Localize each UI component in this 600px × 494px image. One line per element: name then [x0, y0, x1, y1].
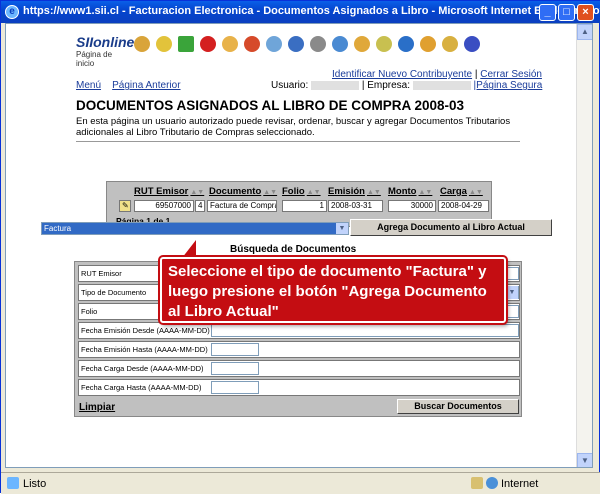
pagina-segura-link[interactable]: |Página Segura [474, 80, 543, 91]
info-icon[interactable] [464, 36, 480, 52]
search-heading: Búsqueda de Documentos [230, 244, 357, 255]
carga-desde-input[interactable] [211, 362, 259, 375]
scroll-up-icon[interactable]: ▲ [577, 24, 592, 40]
buscar-documentos-button[interactable]: Buscar Documentos [397, 399, 519, 414]
table-cell-folio: 1 [282, 200, 327, 212]
email-icon[interactable] [288, 36, 304, 52]
table-cell-emision: 2008-03-31 [328, 200, 383, 212]
user-info: Usuario: | Empresa: |Página Segura [271, 80, 542, 91]
menu-link[interactable]: Menú [76, 80, 101, 91]
chevron-down-icon[interactable]: ▼ [336, 223, 348, 234]
impuestos-icon[interactable] [156, 36, 172, 52]
grupos-icon[interactable] [442, 36, 458, 52]
identificar-link[interactable]: Identificar Nuevo Contribuyente [332, 69, 472, 80]
pagina-anterior-link[interactable]: Página Anterior [112, 80, 180, 91]
valores-icon[interactable] [398, 36, 414, 52]
maximize-button[interactable]: □ [558, 4, 575, 21]
globe-icon [486, 477, 498, 489]
emision-hasta-input[interactable] [211, 343, 259, 356]
usuario-value [311, 80, 360, 90]
tributacion-icon[interactable] [266, 36, 282, 52]
registro-icon[interactable] [134, 36, 150, 52]
usuario-label: Usuario: [271, 80, 309, 91]
limpiar-link[interactable]: Limpiar [79, 402, 115, 413]
nav-icon-strip [134, 36, 499, 66]
title-bar: e https://www1.sii.cl - Facturacion Elec… [1, 1, 600, 23]
field-row: Fecha Emisión Hasta (AAAA-MM-DD) [78, 341, 520, 358]
divider [76, 141, 520, 142]
select-value: Factura [44, 224, 72, 233]
instruction-callout: Seleccione el tipo de documento "Factura… [160, 257, 506, 323]
window-title: https://www1.sii.cl - Facturacion Electr… [23, 5, 600, 17]
table-cell-carga: 2008-04-29 [438, 200, 489, 212]
denuncias-icon[interactable] [376, 36, 392, 52]
emision-desde-input[interactable] [211, 324, 519, 337]
col-carga[interactable]: Carga ▲▼ [440, 186, 483, 197]
lock-icon [471, 477, 483, 489]
field-row: Fecha Carga Desde (AAAA-MM-DD) [78, 360, 520, 377]
ciudadanos-icon[interactable] [332, 36, 348, 52]
minimize-button[interactable]: _ [539, 4, 556, 21]
nav-links: Menú Página Anterior [76, 80, 181, 91]
bienes-icon[interactable] [222, 36, 238, 52]
separator: | [474, 69, 478, 80]
col-documento[interactable]: Documento ▲▼ [209, 186, 277, 197]
field-row: Fecha Carga Hasta (AAAA-MM-DD) [78, 379, 520, 396]
edit-icon[interactable]: ✎ [119, 200, 131, 212]
boleta-icon[interactable] [178, 36, 194, 52]
empresa-label: | Empresa: [361, 80, 410, 91]
field-row: Fecha Emisión Desde (AAAA-MM-DD) [78, 322, 520, 339]
col-monto[interactable]: Monto ▲▼ [388, 186, 432, 197]
agrega-documento-button[interactable]: Agrega Documento al Libro Actual [350, 219, 552, 236]
page-content: SIIonline Página de inicio Identificar N… [5, 23, 593, 468]
browser-window: e https://www1.sii.cl - Facturacion Elec… [0, 0, 600, 494]
col-rut-emisor[interactable]: RUT Emisor ▲▼ [134, 186, 204, 197]
logo-subtext: Página de inicio [76, 50, 113, 68]
empresa-value [412, 80, 471, 90]
actuacion-icon[interactable] [200, 36, 216, 52]
scroll-down-icon[interactable]: ▼ [577, 453, 592, 467]
page-title: DOCUMENTOS ASIGNADOS AL LIBRO DE COMPRA … [76, 98, 465, 113]
ie-icon: e [5, 5, 19, 19]
declaraciones-icon[interactable] [354, 36, 370, 52]
status-text: Listo [23, 478, 47, 490]
cerrar-sesion-link[interactable]: Cerrar Sesión [480, 69, 542, 80]
table-cell-documento: Factura de Compra [207, 200, 277, 212]
session-links: Identificar Nuevo Contribuyente | Cerrar… [332, 69, 542, 80]
factura-icon[interactable] [244, 36, 260, 52]
table-cell-rut: 69507000 [134, 200, 194, 212]
page-intro: En esta página un usuario autorizado pue… [76, 116, 511, 138]
col-folio[interactable]: Folio ▲▼ [282, 186, 321, 197]
carga-hasta-input[interactable] [211, 381, 259, 394]
sii-logo[interactable]: SIIonline Página de inicio [76, 34, 135, 72]
logo-text: SIIonline [76, 34, 135, 50]
vertical-scrollbar[interactable]: ▲ ▼ [576, 24, 592, 467]
col-emision[interactable]: Emisión ▲▼ [328, 186, 381, 197]
table-cell-dv: 4 [195, 200, 205, 212]
page-icon [7, 477, 19, 489]
chevron-down-icon[interactable]: ▼ [506, 286, 518, 299]
close-button[interactable]: × [577, 4, 594, 21]
comercio-icon[interactable] [420, 36, 436, 52]
tipo-documento-select[interactable]: Factura ▼ [41, 222, 349, 235]
status-bar: Listo Internet [1, 472, 600, 494]
boleta-honorarios-icon[interactable] [310, 36, 326, 52]
table-cell-monto: 30000 [388, 200, 436, 212]
zone-text: Internet [501, 478, 539, 490]
callout-pointer [182, 240, 196, 258]
